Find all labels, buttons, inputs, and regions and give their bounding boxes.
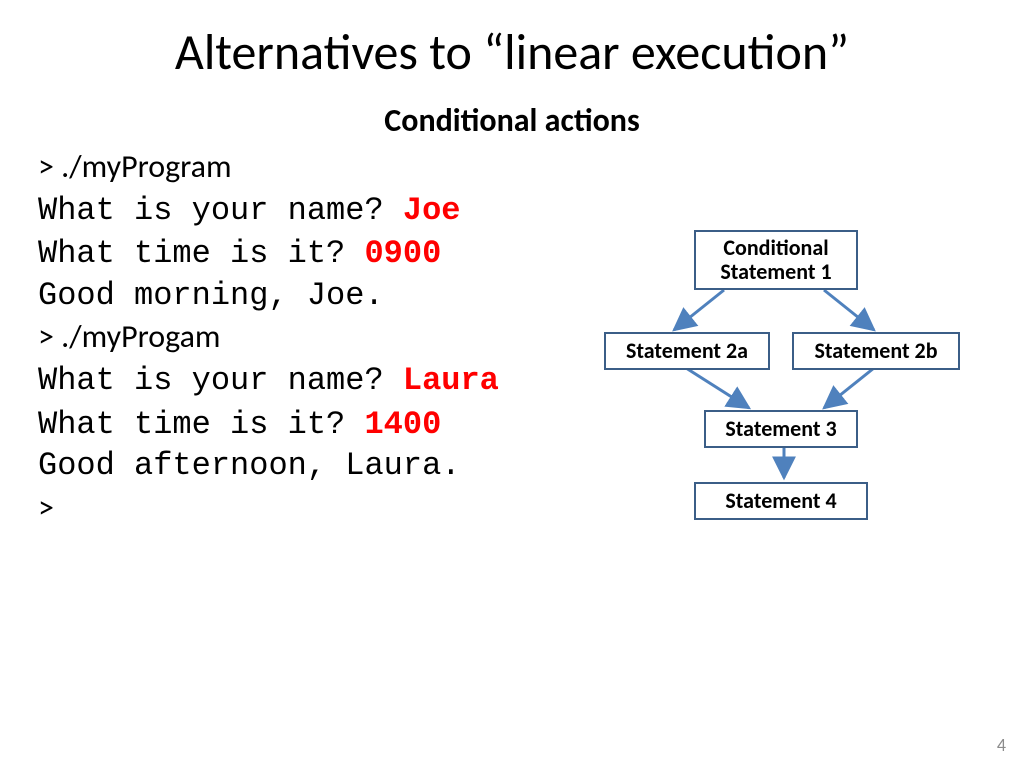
flow-box-statement-3: Statement 3 [704,410,858,448]
slide-subtitle: Conditional actions [0,101,1024,140]
question-text: What is your name? [38,192,403,229]
command-text: ./myProgam [61,317,220,356]
arrow-2b-to-3 [824,368,874,408]
arrow-1-to-2b [824,290,874,330]
slide-title: Alternatives to “linear execution” [0,0,1024,83]
user-input: 0900 [364,235,441,272]
prompt-symbol: > [38,317,61,356]
page-number: 4 [997,734,1006,756]
flow-box-statement-2b: Statement 2b [792,332,960,370]
box-label: Statement 2b [814,339,937,363]
box-label: Statement 2a [626,339,748,363]
user-input: Laura [403,362,499,399]
box-label: Statement 4 [725,489,836,513]
prompt-line-1: > ./myProgram [38,146,1024,188]
command-text: ./myProgram [61,147,231,186]
arrow-2a-to-3 [686,368,749,408]
flow-box-conditional-1: Conditional Statement 1 [694,230,858,290]
user-input: Joe [403,192,461,229]
user-input: 1400 [364,406,441,443]
box-label: Conditional [720,236,831,260]
box-label: Statement 3 [725,417,836,441]
prompt-symbol: > [38,147,61,186]
arrow-1-to-2a [674,290,724,330]
question-text: What is your name? [38,362,403,399]
flow-box-statement-2a: Statement 2a [604,332,770,370]
question-text: What time is it? [38,235,364,272]
box-label: Statement 1 [720,260,831,284]
output-line: What is your name? Joe [38,188,1024,232]
flow-box-statement-4: Statement 4 [694,482,868,520]
question-text: What time is it? [38,406,364,443]
